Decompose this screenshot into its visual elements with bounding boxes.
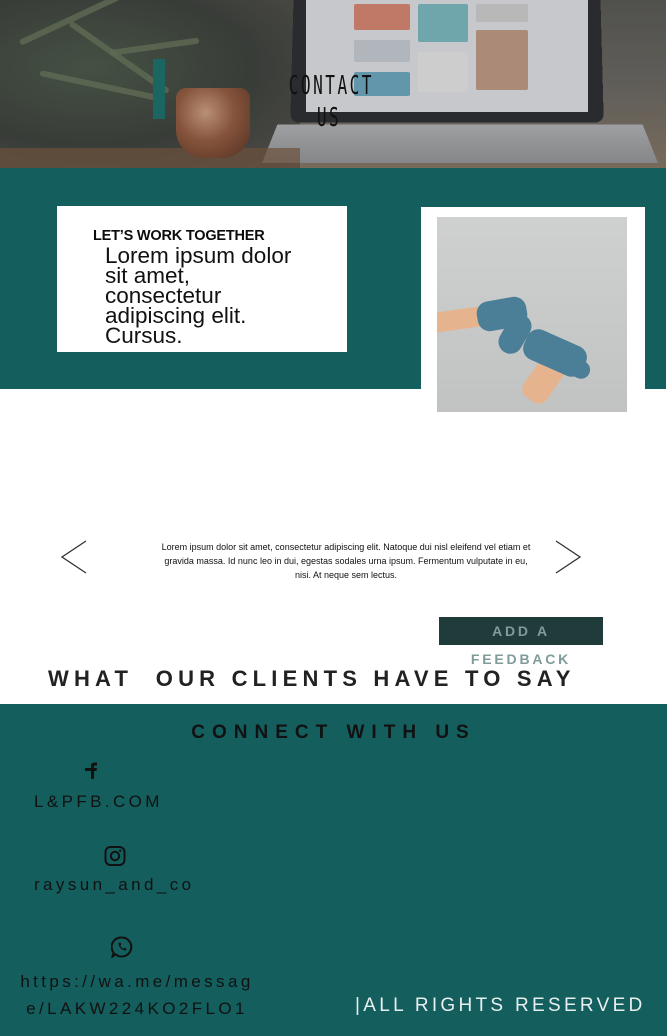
whatsapp-icon[interactable]: [110, 936, 133, 963]
connect-heading: CONNECT WITH US: [191, 722, 476, 743]
instagram-icon[interactable]: [104, 846, 126, 871]
page-title: CONTACT US: [288, 71, 374, 133]
copyright-text: |ALL RIGHTS RESERVED: [355, 995, 646, 1016]
instagram-link[interactable]: raysun_and_co: [34, 875, 194, 895]
add-feedback-button[interactable]: ADD A FEEDBACK: [439, 617, 603, 667]
facebook-icon[interactable]: [82, 762, 102, 785]
next-arrow-icon[interactable]: [552, 540, 582, 574]
gloves-photo: [437, 217, 627, 412]
facebook-link[interactable]: L&PFB.COM: [34, 792, 163, 812]
clients-heading: WHAT OUR CLIENTS HAVE TO SAY: [48, 666, 576, 691]
intro-body: Lorem ipsum dolor sit amet, consectetur …: [105, 243, 292, 348]
hero-accent-bar: [153, 59, 165, 119]
intro-kicker: LET’S WORK TOGETHER: [93, 228, 265, 244]
whatsapp-link[interactable]: https://wa.me/message/LAKW224KO2FLO1: [12, 968, 262, 1022]
testimonial-text: Lorem ipsum dolor sit amet, consectetur …: [161, 542, 531, 580]
previous-arrow-icon[interactable]: [60, 540, 90, 574]
intro-card: LET’S WORK TOGETHER Lorem ipsum dolor si…: [57, 206, 347, 352]
